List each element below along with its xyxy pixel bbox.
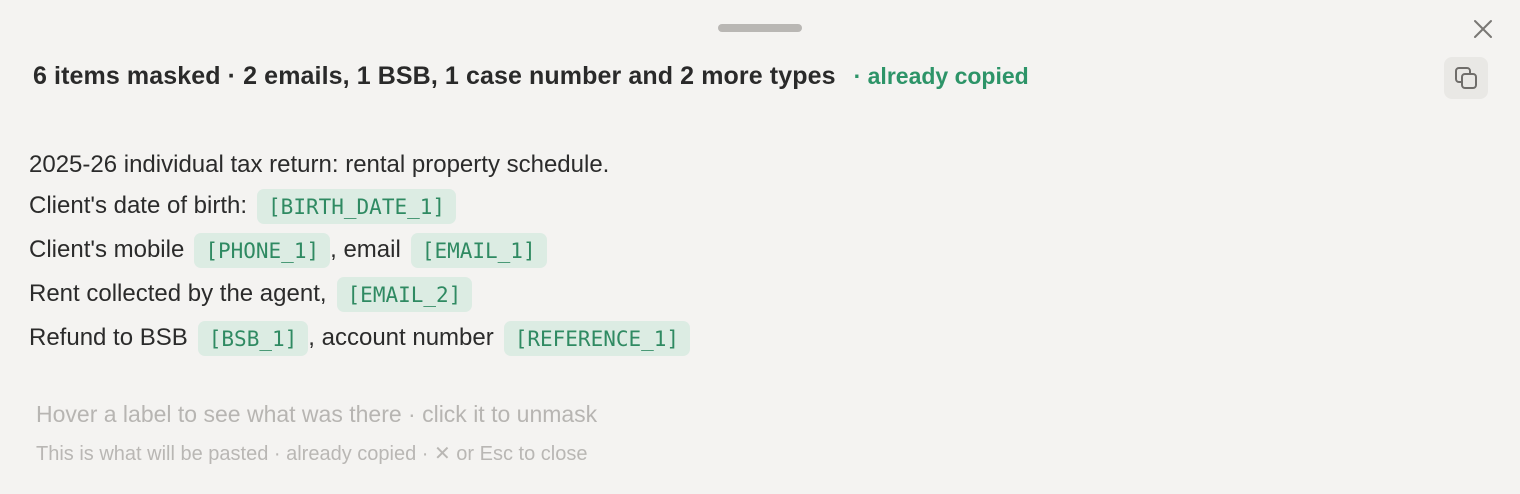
drag-handle[interactable] <box>718 24 802 32</box>
summary-title: 6 items masked · 2 emails, 1 BSB, 1 case… <box>33 62 836 90</box>
line-text: Rent collected by the agent, <box>29 280 327 307</box>
line-text: Refund to BSB <box>29 324 188 351</box>
copy-button[interactable] <box>1444 57 1488 99</box>
copy-icon <box>1455 67 1477 89</box>
preview-line: Rent collected by the agent, [EMAIL_2] <box>29 272 1429 316</box>
summary-header: 6 items masked · 2 emails, 1 BSB, 1 case… <box>33 62 1029 96</box>
close-button[interactable] <box>1468 14 1498 44</box>
mask-token-bsb[interactable]: [BSB_1] <box>197 320 309 356</box>
masked-preview-panel: 6 items masked · 2 emails, 1 BSB, 1 case… <box>0 0 1520 494</box>
footer-note: This is what will be pasted · already co… <box>36 443 588 465</box>
mask-token-email-2[interactable]: [EMAIL_2] <box>336 276 473 312</box>
line-text: , account number <box>308 324 494 351</box>
hover-hint: Hover a label to see what was there · cl… <box>36 401 598 427</box>
line-text: Client's mobile <box>29 236 185 263</box>
masked-text-preview: 2025-26 individual tax return: rental pr… <box>29 146 1429 360</box>
preview-line: Refund to BSB [BSB_1] , account number [… <box>29 316 1429 360</box>
preview-line: Client's date of birth: [BIRTH_DATE_1] <box>29 184 1429 228</box>
preview-line: Client's mobile [PHONE_1] , email [EMAIL… <box>29 228 1429 272</box>
mask-token-birth-date[interactable]: [BIRTH_DATE_1] <box>257 188 457 224</box>
line-text: Client's date of birth: <box>29 192 248 219</box>
line-text: , email <box>330 236 401 263</box>
mask-token-phone[interactable]: [PHONE_1] <box>194 232 331 268</box>
line-text: 2025-26 individual tax return: rental pr… <box>29 151 610 178</box>
mask-token-reference[interactable]: [REFERENCE_1] <box>503 320 691 356</box>
close-icon <box>1474 20 1492 38</box>
copied-status: · already copied <box>853 63 1029 89</box>
mask-token-email-1[interactable]: [EMAIL_1] <box>410 232 547 268</box>
preview-line: 2025-26 individual tax return: rental pr… <box>29 146 1429 184</box>
